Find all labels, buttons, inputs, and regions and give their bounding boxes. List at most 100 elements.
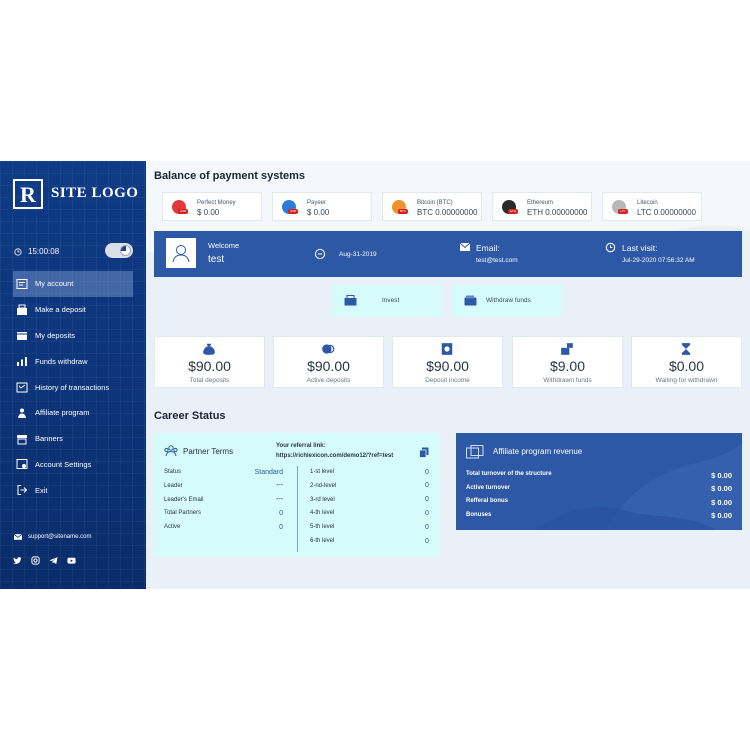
clock-time: 15:00:08: [28, 247, 60, 256]
sidebar-item-funds-withdraw[interactable]: Funds withdraw: [13, 348, 133, 374]
withdraw-funds-icon: [464, 295, 477, 306]
banners-icon: [17, 434, 27, 445]
sidebar-item-my-account[interactable]: My account: [13, 271, 133, 297]
sidebar-item-account-settings[interactable]: Account Settings: [13, 452, 133, 478]
instagram-icon[interactable]: [31, 556, 40, 565]
currency-badge: USD: [178, 209, 188, 214]
email-value: test@test.com: [476, 257, 518, 264]
calendar-icon: [314, 248, 326, 260]
affiliate-row-value: $ 0.00: [711, 470, 732, 480]
site-logo[interactable]: SITE LOGO: [51, 185, 138, 202]
sidebar-item-affiliate-program[interactable]: Affiliate program: [13, 400, 133, 426]
level-label: 4-th level: [310, 510, 335, 517]
affiliate-revenue-card: Affiliate program revenue Total turnover…: [456, 433, 742, 530]
payment-system-name: Litecoin: [637, 200, 658, 206]
stat-card: $90.00 Total deposits: [154, 336, 265, 388]
sidebar-item-label: My account: [35, 279, 74, 289]
partner-term-label: Status: [164, 469, 182, 475]
payment-system-balance: ETH 0.00000000: [527, 208, 588, 217]
invest-button[interactable]: Invest: [332, 285, 442, 316]
withdraw-funds-label: Withdraw funds: [486, 297, 531, 304]
affiliate-row-label: Active turnover: [466, 484, 511, 491]
avatar[interactable]: [166, 238, 196, 268]
referral-link[interactable]: https://richlexicon.com/demo12/?ref=test: [276, 453, 393, 459]
main-content: Balance of payment systems USD Perfect Mo…: [146, 161, 750, 589]
affiliate-row-label: Refferal bonus: [466, 498, 509, 504]
language-toggle[interactable]: [105, 243, 133, 258]
clock-icon: [14, 247, 22, 256]
payment-system-card[interactable]: USD Payeer $ 0.00: [272, 192, 372, 221]
logo-mark[interactable]: R: [13, 179, 43, 209]
sidebar-item-label: Funds withdraw: [35, 356, 88, 366]
payment-system-card[interactable]: ETH Ethereum ETH 0.00000000: [492, 192, 592, 221]
sidebar-item-exit[interactable]: Exit: [13, 477, 133, 503]
welcome-label: Welcome: [208, 241, 240, 250]
currency-badge: LTC: [618, 209, 628, 214]
payment-system-card[interactable]: BTC Bitcoin (BTC) BTC 0.00000000: [382, 192, 482, 221]
partner-terms-card: Partner Terms Your referral link: https:…: [154, 433, 439, 557]
level-label: 2-nd-level: [310, 482, 337, 489]
copy-icon[interactable]: [419, 447, 429, 458]
stat-value: $90.00: [307, 358, 350, 374]
level-label: 1-st level: [310, 469, 335, 475]
payment-system-balance: $ 0.00: [307, 208, 330, 217]
welcome-bar: Welcome test Aug-31-2019 Email: test@tes…: [154, 231, 742, 277]
payment-system-balance: $ 0.00: [197, 208, 220, 217]
deposits-icon: [17, 332, 27, 341]
history-icon: [16, 382, 28, 393]
currency-badge: ETH: [508, 209, 518, 214]
stat-label: Deposit income: [425, 377, 470, 384]
payment-system-name: Perfect Money: [197, 200, 236, 206]
payment-system-card[interactable]: LTC Litecoin LTC 0.00000000: [602, 192, 702, 221]
us-flag-icon: [120, 245, 131, 256]
payment-system-name: Bitcoin (BTC): [417, 200, 453, 206]
youtube-icon[interactable]: [67, 556, 76, 565]
affiliate-row-label: Total turnover of the structure: [466, 471, 552, 477]
partners-icon: [164, 445, 178, 457]
payment-system-balance: BTC 0.00000000: [417, 208, 478, 217]
partner-term-label: Total Partners: [164, 510, 202, 517]
telegram-icon[interactable]: [49, 556, 58, 565]
level-value: 0: [425, 523, 429, 531]
social-links: [13, 556, 76, 565]
welcome-username: test: [208, 254, 225, 265]
clock: 15:00:08: [14, 247, 59, 256]
support-contact[interactable]: support@sitename.com: [14, 534, 91, 540]
email-label: Email:: [476, 243, 500, 253]
affiliate-icon: [18, 408, 26, 418]
last-visit-label: Last visit:: [622, 243, 658, 253]
partner-term-value: 0: [279, 509, 283, 517]
sidebar-item-label: Banners: [35, 434, 63, 444]
sidebar-item-label: Make a deposit: [35, 305, 86, 315]
sidebar-item-make-a-deposit[interactable]: Make a deposit: [13, 297, 133, 323]
level-value: 0: [425, 509, 429, 517]
stat-card: $90.00 Active deposits: [273, 336, 384, 388]
last-visit-value: Jul-29-2020 07:56:32 AM: [622, 257, 695, 264]
sidebar-item-label: My deposits: [35, 330, 76, 340]
partner-terms-title: Partner Terms: [183, 447, 234, 456]
sidebar-item-history-of-transactions[interactable]: History of transactions: [13, 374, 133, 400]
payment-system-card[interactable]: USD Perfect Money $ 0.00: [162, 192, 262, 221]
stat-value: $90.00: [426, 358, 469, 374]
level-label: 5-th level: [310, 524, 335, 531]
payment-system-balance: LTC 0.00000000: [637, 208, 697, 217]
sidebar-item-label: Affiliate program: [35, 408, 90, 418]
payment-system-name: Ethereum: [527, 200, 554, 206]
divider: [297, 466, 298, 552]
level-value: 0: [425, 496, 429, 504]
withdraw-funds-button[interactable]: Withdraw funds: [452, 285, 562, 316]
last-visit-icon: [605, 242, 616, 253]
career-title: Career Status: [154, 410, 226, 422]
balance-title: Balance of payment systems: [154, 170, 306, 182]
stat-card: $0.00 Waiting for withdrawn: [631, 336, 742, 388]
level-value: 0: [425, 537, 429, 545]
partner-term-value: Standard: [254, 468, 283, 476]
level-label: 6-th level: [310, 538, 335, 544]
level-value: 0: [425, 482, 429, 490]
sidebar-item-my-deposits[interactable]: My deposits: [13, 323, 133, 349]
income-icon: [441, 343, 453, 355]
twitter-icon[interactable]: [13, 556, 22, 565]
sidebar-item-label: Account Settings: [35, 459, 92, 469]
sidebar-item-banners[interactable]: Banners: [13, 426, 133, 452]
stat-value: $0.00: [668, 358, 705, 374]
